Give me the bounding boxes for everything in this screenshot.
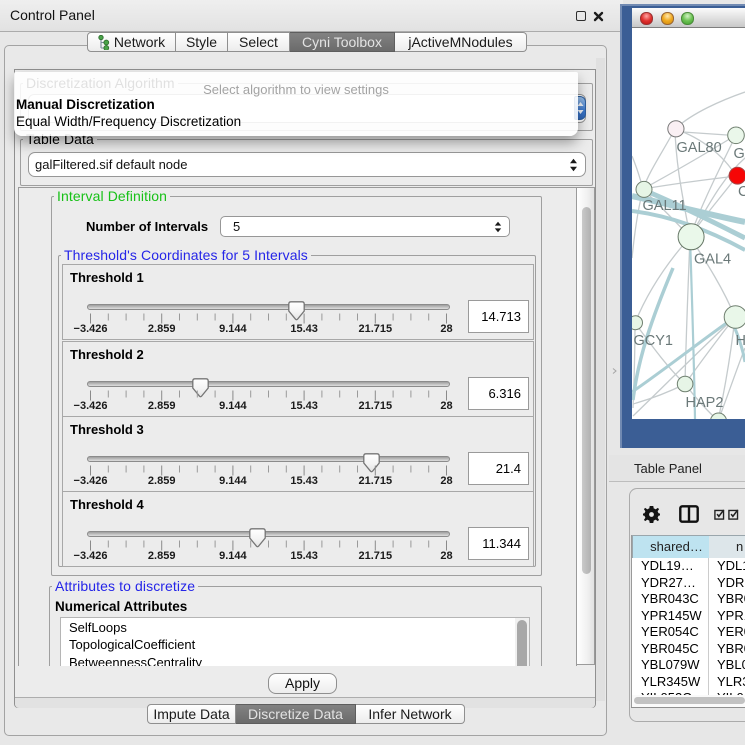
svg-text:GA: GA	[734, 146, 745, 162]
svg-text:GAL4: GAL4	[694, 252, 731, 268]
svg-text:GAL11: GAL11	[643, 198, 687, 214]
svg-text:GAL80: GAL80	[677, 140, 722, 156]
svg-text:H: H	[736, 333, 745, 349]
svg-text:HAP2: HAP2	[686, 395, 724, 411]
svg-text:GCY1: GCY1	[634, 333, 674, 349]
svg-text:C: C	[738, 184, 745, 200]
